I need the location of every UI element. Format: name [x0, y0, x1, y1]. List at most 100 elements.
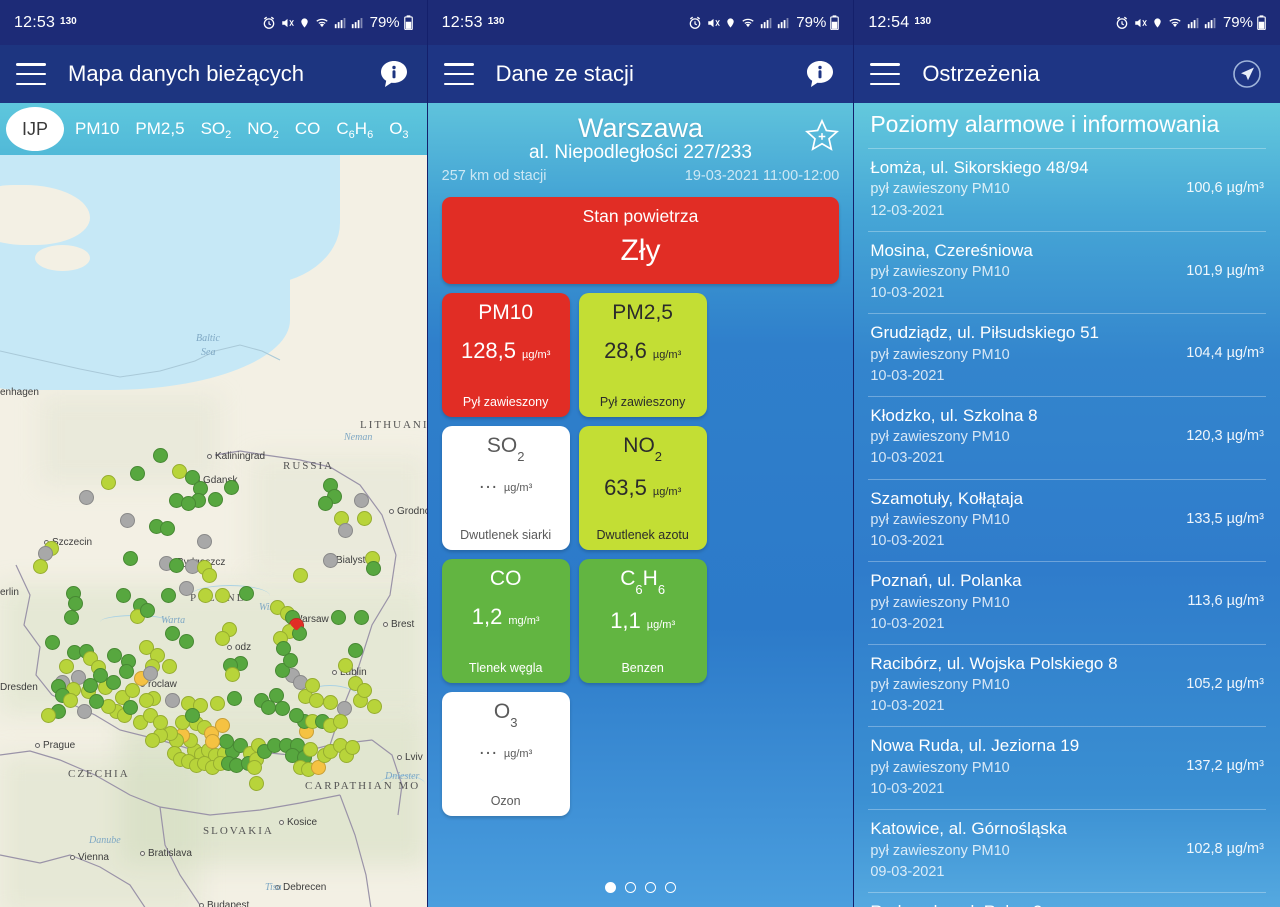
map-station-marker[interactable]: [118, 663, 134, 679]
pollutant-tile[interactable]: SO2... µg/m³ Dwutlenek siarki: [441, 426, 570, 551]
map-station-marker[interactable]: [32, 558, 48, 574]
map-station-marker[interactable]: [201, 567, 217, 583]
map-station-marker[interactable]: [88, 693, 104, 709]
warning-item[interactable]: Katowice, al. Górnośląska pył zawieszony …: [868, 809, 1266, 892]
map-station-marker[interactable]: [44, 634, 60, 650]
map-station-marker[interactable]: [105, 674, 121, 690]
pollutant-tile[interactable]: C6H6 1,1 µg/m³ Benzen: [578, 559, 707, 684]
map-station-marker[interactable]: [144, 732, 160, 748]
pollutant-tile[interactable]: PM2,5 28,6 µg/m³ Pył zawieszony: [578, 293, 707, 418]
map-station-marker[interactable]: [196, 533, 212, 549]
map-station-marker[interactable]: [115, 587, 131, 603]
warning-item[interactable]: Poznań, ul. Polanka pył zawieszony PM10 10…: [868, 561, 1266, 644]
map-station-marker[interactable]: [178, 633, 194, 649]
map-station-marker[interactable]: [347, 642, 363, 658]
map-station-marker[interactable]: [337, 657, 353, 673]
map-station-marker[interactable]: [100, 474, 116, 490]
chip-no2[interactable]: NO2: [240, 119, 286, 141]
map-station-marker[interactable]: [322, 552, 338, 568]
map-station-marker[interactable]: [353, 609, 369, 625]
map-station-marker[interactable]: [160, 587, 176, 603]
warning-item[interactable]: Racibórz, ul. Wojska Polskiego 8 pył zawi…: [868, 643, 1266, 727]
map-station-marker[interactable]: [365, 560, 381, 576]
map-station-marker[interactable]: [330, 609, 346, 625]
map-station-marker[interactable]: [62, 692, 78, 708]
info-bubble-icon[interactable]: [803, 57, 837, 91]
map-station-marker[interactable]: [164, 692, 180, 708]
map-station-marker[interactable]: [322, 694, 338, 710]
map-station-marker[interactable]: [353, 492, 369, 508]
chip-co[interactable]: CO: [288, 119, 328, 139]
map-station-marker[interactable]: [161, 658, 177, 674]
warnings-list-container[interactable]: Poziomy alarmowe i informowania Łomża, u…: [854, 103, 1280, 907]
chip-o3[interactable]: O3: [382, 119, 415, 141]
map-station-marker[interactable]: [78, 489, 94, 505]
chip-ijp[interactable]: IJP: [6, 107, 64, 151]
map-station-marker[interactable]: [76, 703, 92, 719]
chip-pm10[interactable]: PM10: [68, 119, 126, 139]
map-station-marker[interactable]: [246, 759, 262, 775]
map-station-marker[interactable]: [142, 665, 158, 681]
map-station-marker[interactable]: [129, 465, 145, 481]
map-station-marker[interactable]: [214, 717, 230, 733]
pollutant-tile[interactable]: CO 1,2 mg/m³ Tlenek węgla: [441, 559, 570, 684]
map-canvas[interactable]: Baltic Sea enhagen Kaliningrad RUSSIA LITHUAN…: [0, 155, 427, 907]
map-station-marker[interactable]: [302, 741, 318, 757]
warning-item[interactable]: Szamotuły, Kołłątaja pył zawieszony PM10 1…: [868, 478, 1266, 562]
warning-item[interactable]: Łomża, ul. Sikorskiego 48/94 pył zawieszo…: [868, 148, 1266, 231]
map-station-marker[interactable]: [332, 713, 348, 729]
map-station-marker[interactable]: [344, 739, 360, 755]
map-station-marker[interactable]: [288, 707, 304, 723]
map-station-marker[interactable]: [224, 666, 240, 682]
map-station-marker[interactable]: [356, 510, 372, 526]
map-station-marker[interactable]: [122, 699, 138, 715]
map-station-marker[interactable]: [152, 714, 168, 730]
map-station-marker[interactable]: [58, 658, 74, 674]
map-station-marker[interactable]: [292, 567, 308, 583]
hamburger-icon[interactable]: [870, 63, 901, 85]
map-station-marker[interactable]: [317, 495, 333, 511]
map-station-marker[interactable]: [366, 698, 382, 714]
map-station-marker[interactable]: [106, 647, 122, 663]
chip-pm25[interactable]: PM2,5: [128, 119, 191, 139]
map-station-marker[interactable]: [138, 692, 154, 708]
map-station-marker[interactable]: [282, 652, 298, 668]
map-station-marker[interactable]: [159, 520, 175, 536]
map-station-marker[interactable]: [238, 585, 254, 601]
map-station-marker[interactable]: [207, 491, 223, 507]
map-station-marker[interactable]: [40, 707, 56, 723]
map-station-marker[interactable]: [180, 495, 196, 511]
navigate-arrow-icon[interactable]: [1230, 57, 1264, 91]
map-station-marker[interactable]: [274, 700, 290, 716]
map-station-marker[interactable]: [214, 587, 230, 603]
map-station-marker[interactable]: [308, 692, 324, 708]
chip-c6h6[interactable]: C6H6: [329, 119, 380, 141]
map-station-marker[interactable]: [209, 695, 225, 711]
map-station-marker[interactable]: [197, 587, 213, 603]
map-station-marker[interactable]: [124, 682, 140, 698]
warning-item[interactable]: Radomsko, ul. Rolna 2: [868, 891, 1266, 907]
pollutant-tile[interactable]: O3... µg/m³ Ozon: [441, 692, 570, 817]
map-station-marker[interactable]: [178, 580, 194, 596]
star-add-icon[interactable]: [803, 117, 841, 155]
map-station-marker[interactable]: [356, 682, 372, 698]
map-station-marker[interactable]: [119, 512, 135, 528]
page-dot[interactable]: [644, 882, 656, 893]
page-dot[interactable]: [664, 882, 676, 893]
pollutant-tile[interactable]: PM10 128,5 µg/m³ Pył zawieszony: [441, 293, 570, 418]
warning-item[interactable]: Mosina, Czereśniowa pył zawieszony PM10 10…: [868, 230, 1266, 314]
warning-item[interactable]: Kłodzko, ul. Szkolna 8 pył zawieszony PM1…: [868, 395, 1266, 479]
map-station-marker[interactable]: [92, 667, 108, 683]
map-station-marker[interactable]: [226, 690, 242, 706]
map-station-marker[interactable]: [204, 733, 220, 749]
map-station-marker[interactable]: [337, 522, 353, 538]
warning-item[interactable]: Grudziądz, ul. Piłsudskiego 51 pył zawies…: [868, 313, 1266, 396]
map-station-marker[interactable]: [218, 733, 234, 749]
page-dot[interactable]: [624, 882, 636, 893]
map-station-marker[interactable]: [214, 630, 230, 646]
map-station-marker[interactable]: [184, 707, 200, 723]
map-station-marker[interactable]: [139, 602, 155, 618]
map-station-marker[interactable]: [63, 609, 79, 625]
hamburger-icon[interactable]: [16, 63, 46, 85]
map-station-marker[interactable]: [168, 557, 184, 573]
